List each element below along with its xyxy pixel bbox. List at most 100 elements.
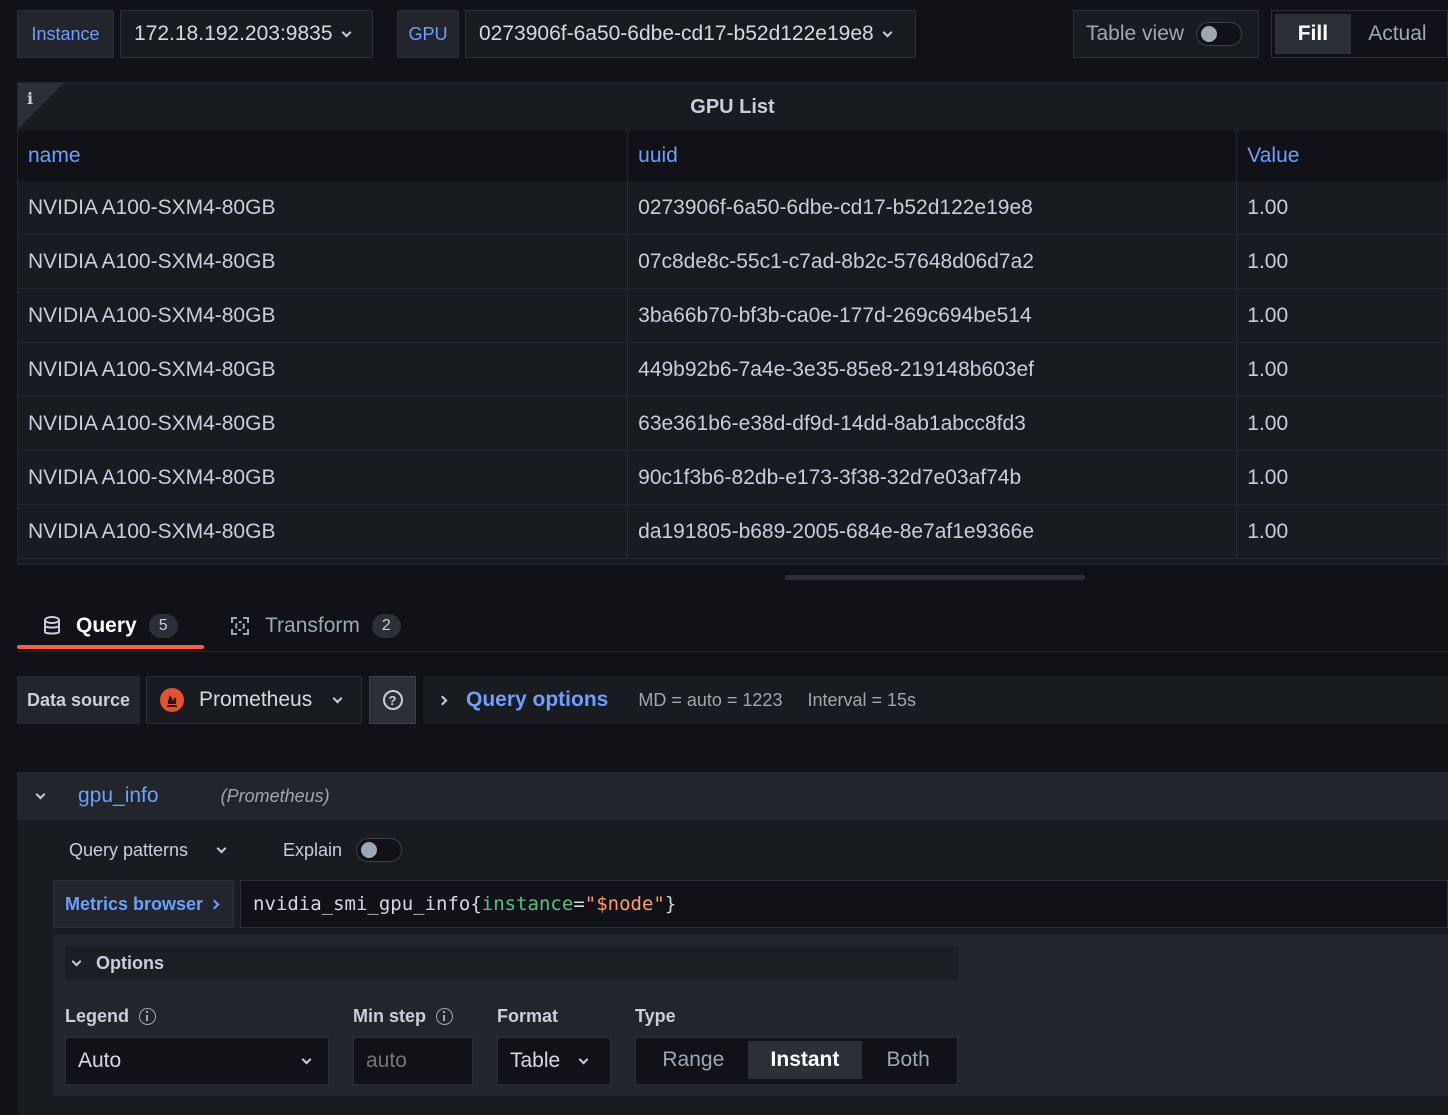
gpu-select[interactable]: 0273906f-6a50-6dbe-cd17-b52d122e19e8 [465, 10, 916, 58]
cell-uuid: 90c1f3b6-82db-e173-3f38-32d7e03af74b [628, 451, 1238, 504]
explain-switch[interactable] [356, 838, 403, 862]
expr-operator: = [573, 893, 585, 915]
table-row: NVIDIA A100-SXM4-80GB 90c1f3b6-82db-e173-… [18, 451, 1447, 505]
query-count-badge: 5 [148, 614, 178, 638]
expr-metric: nvidia_smi_gpu_info [253, 893, 471, 915]
cell-uuid: 449b92b6-7a4e-3e35-85e8-219148b603ef [628, 343, 1238, 396]
cell-name: NVIDIA A100-SXM4-80GB [18, 235, 629, 288]
cell-name: NVIDIA A100-SXM4-80GB [18, 397, 629, 450]
chevron-down-icon [332, 693, 343, 703]
chevron-down-icon [301, 1054, 312, 1064]
expr-label: instance [481, 893, 574, 915]
instance-value: 172.18.192.203:9835 [134, 22, 333, 45]
help-button[interactable]: ? [369, 676, 416, 724]
chevron-down-icon [341, 27, 351, 37]
metrics-browser-button[interactable]: Metrics browser [53, 880, 234, 928]
datasource-label: Data source [17, 676, 140, 724]
options-title: Options [96, 952, 164, 973]
cell-name: NVIDIA A100-SXM4-80GB [18, 343, 629, 396]
minstep-label: Min step [353, 1006, 427, 1026]
chevron-down-icon [216, 843, 227, 853]
query-expression-editor[interactable]: nvidia_smi_gpu_info{instance = "$node"} [240, 880, 1448, 928]
info-icon: i [27, 89, 34, 108]
cell-uuid: da191805-b689-2005-684e-8e7af1e9366e [628, 505, 1238, 558]
column-header-value[interactable]: Value [1237, 131, 1447, 181]
help-icon: ? [382, 690, 403, 710]
minstep-field-label: Min step [353, 1006, 454, 1027]
datasource-picker[interactable]: Prometheus [146, 676, 362, 724]
cell-value: 1.00 [1247, 303, 1289, 327]
minstep-input[interactable] [353, 1037, 473, 1085]
cell-value: 1.00 [1247, 519, 1289, 543]
actual-button[interactable]: Actual [1351, 14, 1444, 54]
legend-select[interactable]: Auto [65, 1037, 329, 1085]
table-view-switch[interactable] [1196, 22, 1243, 46]
cell-value: 1.00 [1247, 249, 1289, 273]
panel-resize-handle[interactable] [785, 575, 1085, 580]
fill-button[interactable]: Fill [1275, 14, 1351, 54]
transform-count-badge: 2 [371, 614, 401, 638]
chevron-right-icon [209, 899, 220, 909]
gpu-label: GPU [397, 10, 459, 58]
database-icon [44, 616, 60, 635]
table-view-toggle[interactable]: Table view [1073, 10, 1259, 58]
legend-value: Auto [78, 1049, 122, 1072]
column-header-uuid[interactable]: uuid [628, 131, 1238, 181]
type-both-option[interactable]: Both [862, 1041, 954, 1079]
cell-name: NVIDIA A100-SXM4-80GB [18, 181, 629, 234]
table-body: NVIDIA A100-SXM4-80GB 0273906f-6a50-6dbe-… [18, 181, 1447, 559]
format-label: Format [497, 1006, 559, 1026]
table-row: NVIDIA A100-SXM4-80GB 63e361b6-e38d-df9d-… [18, 397, 1447, 451]
cell-name: NVIDIA A100-SXM4-80GB [18, 505, 629, 558]
cell-value: 1.00 [1247, 357, 1289, 381]
tab-transform-label: Transform [265, 614, 360, 637]
column-header-name[interactable]: name [18, 131, 629, 181]
type-radio-group: Range Instant Both [635, 1037, 958, 1085]
chevron-down-icon [882, 27, 893, 37]
collapse-chevron-icon[interactable] [35, 789, 46, 799]
panel-title: GPU List [690, 95, 775, 118]
cell-value: 1.00 [1247, 411, 1289, 435]
query-name[interactable]: gpu_info [78, 784, 159, 808]
chevron-right-icon [437, 695, 448, 705]
table-row: NVIDIA A100-SXM4-80GB 3ba66b70-bf3b-ca0e-… [18, 289, 1447, 343]
query-options-label: Query options [466, 688, 609, 711]
explain-toggle[interactable]: Explain [283, 836, 403, 864]
table-view-label: Table view [1086, 22, 1185, 45]
type-label: Type [635, 1006, 676, 1026]
query-options-toggle[interactable]: Query options MD = auto = 1223 Interval … [423, 676, 1448, 724]
interval-text: Interval = 15s [807, 689, 917, 710]
cell-name: NVIDIA A100-SXM4-80GB [18, 289, 629, 342]
cell-uuid: 07c8de8c-55c1-c7ad-8b2c-57648d06d7a2 [628, 235, 1238, 288]
gpu-value: 0273906f-6a50-6dbe-cd17-b52d122e19e8 [479, 22, 874, 45]
options-header[interactable]: Options [65, 946, 958, 980]
panel-info-corner[interactable] [18, 83, 64, 129]
query-row-header[interactable]: gpu_info (Prometheus) [17, 772, 1448, 820]
editor-tabs: Query 5 Transform 2 [17, 600, 1448, 652]
active-tab-underline [17, 645, 204, 649]
max-data-points-text: MD = auto = 1223 [638, 689, 783, 710]
table-row: NVIDIA A100-SXM4-80GB 07c8de8c-55c1-c7ad-… [18, 235, 1447, 289]
type-instant-option[interactable]: Instant [747, 1041, 863, 1079]
table-row: NVIDIA A100-SXM4-80GB da191805-b689-2005-… [18, 505, 1447, 559]
chevron-down-icon [578, 1054, 589, 1064]
legend-label: Legend [65, 1006, 130, 1026]
format-select[interactable]: Table [497, 1037, 611, 1085]
cell-uuid: 63e361b6-e38d-df9d-14dd-8ab1abcc8fd3 [628, 397, 1238, 450]
query-patterns-button[interactable]: Query patterns [69, 836, 227, 864]
legend-field-label: Legend [65, 1006, 157, 1027]
instance-select[interactable]: 172.18.192.203:9835 [120, 10, 373, 58]
datasource-value: Prometheus [199, 688, 313, 711]
query-patterns-label: Query patterns [69, 839, 189, 860]
transform-icon [231, 617, 249, 635]
view-mode-group: Fill Actual [1271, 10, 1448, 58]
cell-uuid: 3ba66b70-bf3b-ca0e-177d-269c694be514 [628, 289, 1238, 342]
expr-value: "$node" [584, 893, 665, 915]
metrics-browser-label: Metrics browser [65, 893, 204, 914]
expr-brace-open: { [470, 893, 482, 915]
info-icon[interactable] [139, 1008, 157, 1025]
type-range-option[interactable]: Range [639, 1041, 748, 1079]
info-icon[interactable] [436, 1008, 454, 1025]
query-datasource-hint: (Prometheus) [220, 785, 330, 806]
tab-transform[interactable]: Transform 2 [229, 600, 401, 652]
